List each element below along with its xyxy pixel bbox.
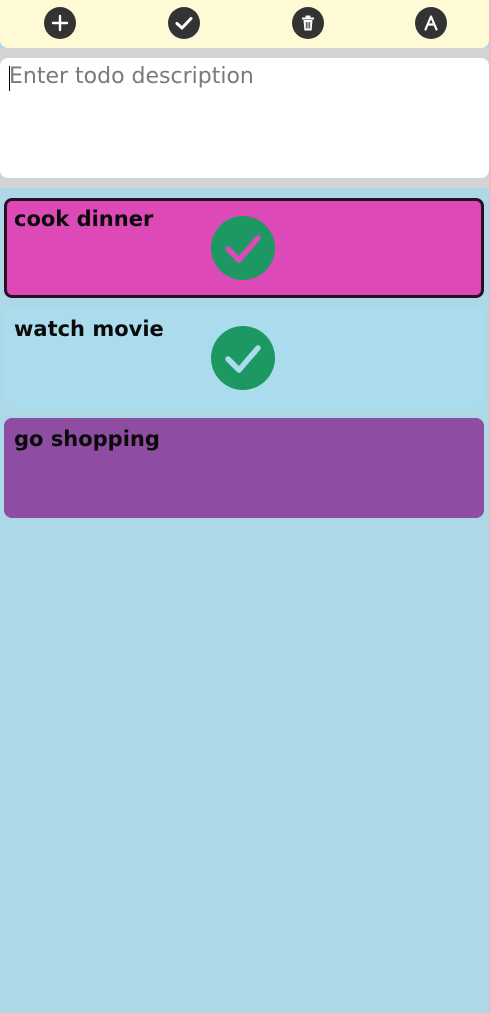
mark-done-button[interactable] (168, 7, 200, 39)
todo-description-input[interactable] (0, 58, 489, 178)
delete-button[interactable] (292, 7, 324, 39)
letter-a-icon (424, 15, 438, 31)
check-circle-icon (175, 17, 193, 30)
text-caret (9, 66, 10, 91)
check-circle-icon (211, 326, 275, 390)
todo-item[interactable]: watch movie (4, 308, 484, 408)
todo-label: cook dinner (14, 207, 154, 231)
todo-app: cook dinner watch movie go shopping (0, 0, 489, 1013)
plus-circle-icon (51, 14, 69, 32)
sort-button[interactable] (415, 7, 447, 39)
toolbar (0, 0, 489, 48)
check-circle-icon (211, 216, 275, 280)
todo-item[interactable]: cook dinner (4, 198, 484, 298)
todo-item[interactable]: go shopping (4, 418, 484, 518)
todo-list: cook dinner watch movie go shopping (0, 188, 489, 1013)
add-button[interactable] (44, 7, 76, 39)
todo-label: watch movie (14, 317, 164, 341)
todo-label: go shopping (14, 427, 160, 451)
trash-icon (302, 15, 314, 31)
